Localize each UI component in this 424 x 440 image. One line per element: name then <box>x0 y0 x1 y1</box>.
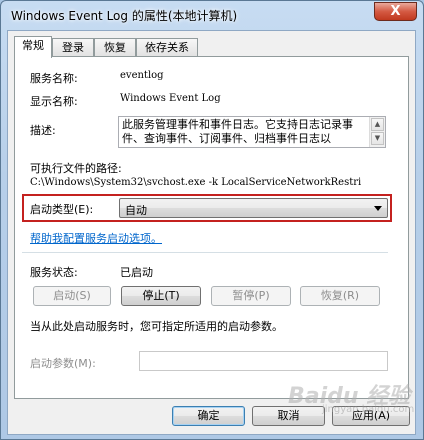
service-status-label: 服务状态: <box>30 266 78 279</box>
tab-logon[interactable]: 登录 <box>52 38 94 57</box>
description-label: 描述: <box>30 124 56 137</box>
tab-recovery[interactable]: 恢复 <box>94 38 136 57</box>
start-params-hint: 当从此处启动服务时，您可指定所适用的启动参数。 <box>30 320 283 333</box>
description-scrollbar[interactable]: ▲ ▼ <box>369 117 385 147</box>
startup-type-label: 启动类型(E): <box>30 203 94 216</box>
start-params-input[interactable] <box>139 351 388 371</box>
exe-path-label: 可执行文件的路径: <box>30 162 122 175</box>
start-params-label: 启动参数(M): <box>30 357 96 370</box>
description-text: 此服务管理事件和事件日志。它支持日志记录事件、查询事件、订阅事件、归档事件日志以 <box>122 118 353 145</box>
startup-type-value: 自动 <box>125 204 147 217</box>
start-button[interactable]: 启动(S) <box>33 286 111 306</box>
startup-type-select[interactable]: 自动 <box>119 198 388 218</box>
scroll-down-icon[interactable]: ▼ <box>371 132 384 145</box>
separator <box>22 252 388 253</box>
baidu-watermark: Baidu 经验 jingyan.baidu.com <box>282 378 422 428</box>
exe-path-value: C:\Windows\System32\svchost.exe -k Local… <box>30 177 362 188</box>
tab-general[interactable]: 常规 <box>14 36 52 58</box>
service-name-label: 服务名称: <box>30 72 78 85</box>
service-status-value: 已启动 <box>120 266 153 279</box>
chevron-down-icon <box>374 206 382 211</box>
display-name-label: 显示名称: <box>30 95 78 108</box>
close-button[interactable]: X <box>374 2 417 21</box>
pause-button[interactable]: 暂停(P) <box>211 286 291 306</box>
ok-button[interactable]: 确定 <box>172 406 245 426</box>
stop-button[interactable]: 停止(T) <box>121 286 201 306</box>
tab-dependencies[interactable]: 依存关系 <box>136 38 198 57</box>
description-textbox[interactable]: 此服务管理事件和事件日志。它支持日志记录事件、查询事件、订阅事件、归档事件日志以… <box>118 116 386 148</box>
watermark-sub: jingyan.baidu.com <box>322 404 415 415</box>
help-configure-link[interactable]: 帮助我配置服务启动选项。 <box>30 230 162 246</box>
window-title: Windows Event Log 的属性(本地计算机) <box>11 9 238 23</box>
resume-button[interactable]: 恢复(R) <box>300 286 380 306</box>
tab-strip: 常规 登录 恢复 依存关系 <box>14 36 414 58</box>
display-name-value: Windows Event Log <box>120 93 221 104</box>
scroll-up-icon[interactable]: ▲ <box>371 118 384 131</box>
service-name-value: eventlog <box>120 70 164 81</box>
